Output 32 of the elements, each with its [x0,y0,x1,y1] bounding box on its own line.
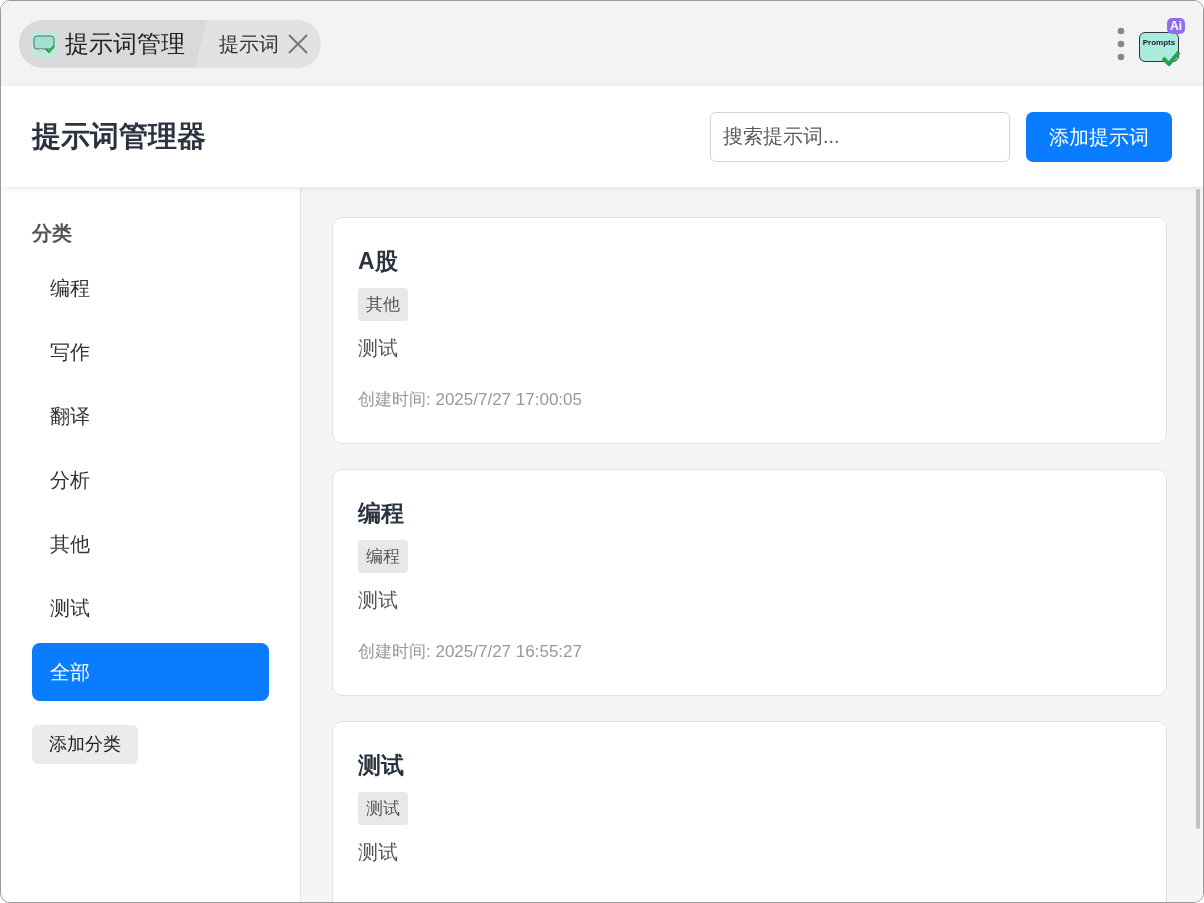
prompt-content: 测试 [358,588,399,614]
prompt-title: 编程 [358,500,405,528]
tab[interactable]: 提示词管理 [19,19,207,68]
prompt-content: 测试 [358,336,399,362]
add-prompt-button[interactable]: 添加提示词 [1026,111,1172,162]
search-field[interactable]: 搜索提示词... [710,111,1010,162]
created-time: 创建时间: 2025/7/27 16:55:27 [358,641,583,664]
prompt-title: A股 [358,248,399,276]
add-category-button[interactable]: 添加分类 [32,725,138,764]
sidebar-heading: 分类 [32,221,73,245]
prompt-content: 测试 [358,840,399,866]
category-item[interactable]: 测试 [32,579,269,637]
category-item[interactable]: 分析 [32,451,269,509]
category-item[interactable]: 全部 [32,643,269,701]
close-icon[interactable] [287,32,309,55]
check-icon [1161,49,1181,66]
logo-label: Prompts [1139,31,1179,62]
ai-badge: Ai [1167,17,1185,34]
category-tag: 测试 [358,791,408,826]
more-options-icon[interactable] [1117,26,1125,61]
scrollbar[interactable] [1196,189,1200,829]
created-time: 创建时间: 2025/7/27 17:00:05 [358,389,583,412]
category-item[interactable]: 写作 [32,323,269,381]
tab[interactable]: 提示词 [207,19,321,68]
category-item[interactable]: 其他 [32,515,269,573]
category-tag: 其他 [358,287,408,322]
category-item[interactable]: 翻译 [32,387,269,445]
app-icon [31,30,57,57]
category-tag: 编程 [358,539,408,574]
prompt-title: 测试 [358,752,405,780]
page-title: 提示词管理器 [32,119,206,154]
category-item[interactable]: 编程 [32,259,269,317]
